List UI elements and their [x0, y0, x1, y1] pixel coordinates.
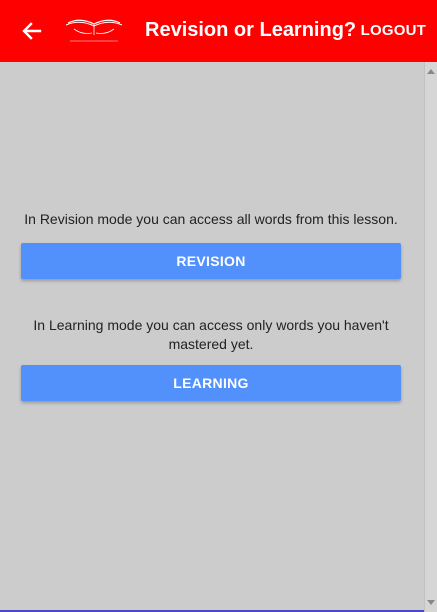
back-button[interactable] — [18, 17, 46, 45]
logout-button[interactable]: LOGOUT — [361, 22, 426, 39]
learning-button[interactable]: LEARNING — [21, 365, 401, 401]
app-bar: Revision or Learning? LOGOUT — [0, 0, 437, 62]
arrow-left-icon — [22, 22, 42, 40]
open-book-logo — [65, 19, 123, 42]
revision-button[interactable]: REVISION — [21, 243, 401, 279]
vertical-scrollbar[interactable] — [424, 62, 437, 612]
main-content: In Revision mode you can access all word… — [0, 62, 424, 612]
learning-description: In Learning mode you can access only wor… — [33, 317, 389, 352]
scroll-up-icon[interactable] — [425, 65, 437, 77]
revision-description: In Revision mode you can access all word… — [24, 211, 398, 227]
page-title: Revision or Learning? — [145, 19, 357, 41]
scroll-down-icon[interactable] — [425, 597, 437, 609]
